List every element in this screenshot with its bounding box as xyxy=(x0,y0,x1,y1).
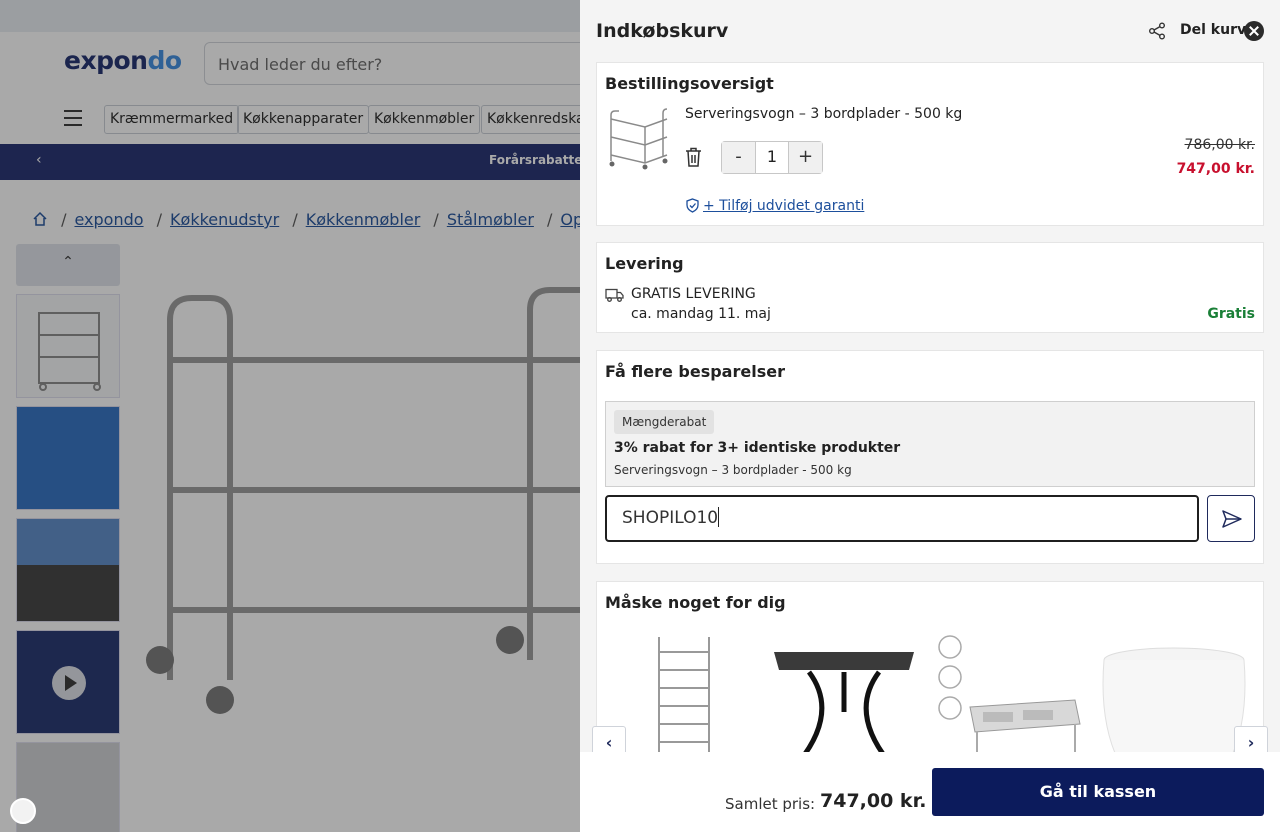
text-caret xyxy=(718,507,720,527)
order-summary-title: Bestillingsoversigt xyxy=(605,74,774,93)
add-warranty-label[interactable]: + Tilføj udvidet garanti xyxy=(703,198,864,214)
shield-check-icon xyxy=(686,198,699,213)
recommendations-title: Måske noget for dig xyxy=(605,593,786,612)
product-thumbnail[interactable] xyxy=(605,105,671,171)
cart-footer: Samlet pris: 747,00 kr. Gå til kassen xyxy=(580,752,1280,832)
share-icon[interactable] xyxy=(1148,22,1166,40)
delivery-card: Levering GRATIS LEVERING ca. mandag 11. … xyxy=(596,242,1264,333)
discount-code-value: SHOPILO10 xyxy=(622,508,719,528)
apply-code-button[interactable] xyxy=(1207,495,1255,542)
cart-drawer: Indkøbskurv Del kurv Bestillingsoversigt… xyxy=(580,0,1280,832)
broken-image-icon xyxy=(10,798,36,824)
discount-code-input[interactable]: SHOPILO10 xyxy=(605,495,1199,542)
cart-title: Indkøbskurv xyxy=(596,20,729,42)
quantity-decrease-button[interactable]: - xyxy=(722,142,755,173)
recommendation-rack[interactable] xyxy=(609,632,759,762)
share-cart-button[interactable]: Del kurv xyxy=(1180,22,1246,38)
delivery-price: Gratis xyxy=(1207,306,1255,322)
truck-icon xyxy=(605,288,624,302)
volume-discount-box: Mængderabat 3% rabat for 3+ identiske pr… xyxy=(605,401,1255,487)
volume-discount-badge: Mængderabat xyxy=(614,410,715,434)
savings-title: Få flere besparelser xyxy=(605,362,785,381)
send-icon xyxy=(1222,510,1242,528)
recommendation-table-cover[interactable] xyxy=(1099,632,1249,762)
total-value: 747,00 kr. xyxy=(820,790,927,812)
delivery-method: GRATIS LEVERING xyxy=(631,286,756,302)
delivery-eta: ca. mandag 11. maj xyxy=(631,306,771,322)
recommendations-card: Måske noget for dig xyxy=(596,581,1264,781)
add-warranty-link[interactable]: + Tilføj udvidet garanti xyxy=(685,198,864,214)
modal-backdrop[interactable] xyxy=(0,0,580,832)
quantity-input[interactable]: 1 xyxy=(755,142,789,173)
product-name[interactable]: Serveringsvogn – 3 bordplader - 500 kg xyxy=(685,106,962,122)
promo-title: 3% rabat for 3+ identiske produkter xyxy=(614,440,901,456)
close-icon[interactable] xyxy=(1244,21,1264,41)
savings-card: Få flere besparelser Mængderabat 3% raba… xyxy=(596,350,1264,564)
trash-icon[interactable] xyxy=(685,147,702,167)
quantity-stepper: - 1 + xyxy=(721,141,823,174)
discounted-price: 747,00 kr. xyxy=(1176,161,1255,177)
promo-product: Serveringsvogn – 3 bordplader - 500 kg xyxy=(614,463,852,477)
total-label: Samlet pris: xyxy=(725,795,816,813)
quantity-increase-button[interactable]: + xyxy=(789,142,822,173)
original-price: 786,00 kr. xyxy=(1184,137,1255,153)
delivery-title: Levering xyxy=(605,254,684,273)
cart-header: Indkøbskurv Del kurv xyxy=(580,0,1280,62)
recommendation-sink[interactable] xyxy=(935,632,1085,762)
order-summary-card: Bestillingsoversigt Serveringsvogn – 3 b… xyxy=(596,62,1264,226)
checkout-button[interactable]: Gå til kassen xyxy=(932,768,1264,816)
recommendation-table[interactable] xyxy=(769,632,919,762)
